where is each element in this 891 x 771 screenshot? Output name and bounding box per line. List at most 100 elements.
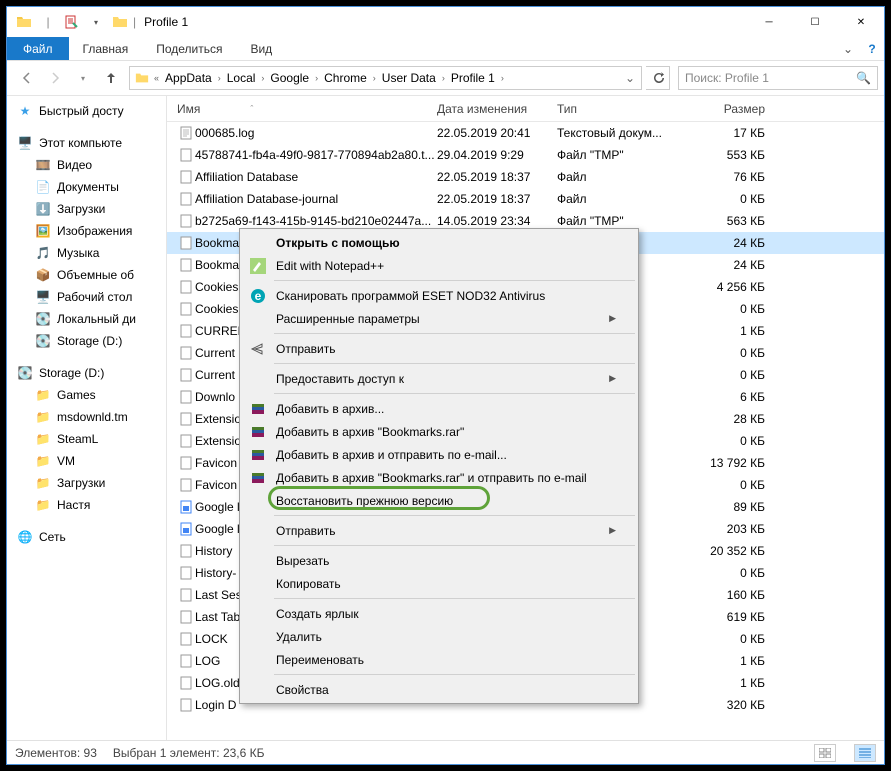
sidebar-storage-d-root[interactable]: 💽Storage (D:) <box>7 362 166 384</box>
breadcrumb-item[interactable]: Google <box>266 71 313 85</box>
context-menu-item[interactable]: Расширенные параметры▶ <box>242 307 636 330</box>
breadcrumb[interactable]: « AppData› Local› Google› Chrome› User D… <box>129 66 642 90</box>
picture-icon: 🖼️ <box>35 223 51 239</box>
breadcrumb-item[interactable]: Local <box>223 71 260 85</box>
context-menu-item[interactable]: Создать ярлык <box>242 602 636 625</box>
sidebar-localdisk[interactable]: 💽Локальный ди <box>7 308 166 330</box>
context-menu-item[interactable]: eСканировать программой ESET NOD32 Antiv… <box>242 284 636 307</box>
file-size: 4 256 КБ <box>687 280 777 294</box>
file-name: 45788741-fb4a-49f0-9817-770894ab2a80.t..… <box>195 148 437 162</box>
chevron-right-icon[interactable]: › <box>313 73 320 83</box>
sidebar-pictures[interactable]: 🖼️Изображения <box>7 220 166 242</box>
sidebar-steaml[interactable]: 📁SteamL <box>7 428 166 450</box>
tab-file[interactable]: Файл <box>7 37 69 60</box>
chevron-right-icon[interactable]: › <box>440 73 447 83</box>
file-size: 1 КБ <box>687 676 777 690</box>
context-menu-item[interactable]: Добавить в архив "Bookmarks.rar" и отпра… <box>242 466 636 489</box>
sort-asc-icon: ˆ <box>250 104 253 114</box>
context-menu-item[interactable]: Вырезать <box>242 549 636 572</box>
tab-share[interactable]: Поделиться <box>142 37 236 60</box>
context-menu-item[interactable]: Добавить в архив и отправить по e-mail..… <box>242 443 636 466</box>
breadcrumb-item[interactable]: User Data <box>378 71 440 85</box>
sidebar-videos[interactable]: 🎞️Видео <box>7 154 166 176</box>
chevron-right-icon[interactable]: › <box>371 73 378 83</box>
sidebar-games[interactable]: 📁Games <box>7 384 166 406</box>
view-thumbnails-button[interactable] <box>814 744 836 762</box>
chevron-right-icon[interactable]: › <box>259 73 266 83</box>
maximize-button[interactable]: ☐ <box>792 7 838 37</box>
file-row[interactable]: 000685.log22.05.2019 20:41Текстовый доку… <box>167 122 884 144</box>
context-menu-item[interactable]: Отправить▶ <box>242 519 636 542</box>
breadcrumb-item[interactable]: AppData <box>161 71 216 85</box>
context-menu-item[interactable]: Свойства <box>242 678 636 701</box>
close-button[interactable]: ✕ <box>838 7 884 37</box>
context-menu-item[interactable]: Удалить <box>242 625 636 648</box>
file-date: 22.05.2019 18:37 <box>437 170 557 184</box>
folder-icon: 📁 <box>35 453 51 469</box>
sidebar-documents[interactable]: 📄Документы <box>7 176 166 198</box>
search-placeholder: Поиск: Profile 1 <box>685 71 769 85</box>
breadcrumb-lead-chevron[interactable]: « <box>152 73 161 83</box>
menu-item-label: Свойства <box>270 683 616 697</box>
sidebar-downloads2[interactable]: 📁Загрузки <box>7 472 166 494</box>
nav-forward-button[interactable] <box>41 65 69 91</box>
header-type[interactable]: Тип <box>557 102 687 116</box>
sidebar-vm[interactable]: 📁VM <box>7 450 166 472</box>
nav-back-button[interactable] <box>13 65 41 91</box>
context-menu-item[interactable]: Открыть с помощью <box>242 231 636 254</box>
nav-up-button[interactable] <box>97 65 125 91</box>
breadcrumb-item[interactable]: Profile 1 <box>447 71 499 85</box>
header-date[interactable]: Дата изменения <box>437 102 557 116</box>
view-details-button[interactable] <box>854 744 876 762</box>
qat-dropdown-icon[interactable]: ▾ <box>85 11 107 33</box>
minimize-button[interactable]: ─ <box>746 7 792 37</box>
file-icon <box>177 192 195 206</box>
submenu-arrow-icon: ▶ <box>609 313 616 324</box>
context-menu-item[interactable]: Отправить <box>242 337 636 360</box>
qat-properties-icon[interactable] <box>61 11 83 33</box>
context-menu-item[interactable]: Edit with Notepad++ <box>242 254 636 277</box>
menu-item-label: Добавить в архив "Bookmarks.rar" <box>270 425 616 439</box>
file-size: 0 КБ <box>687 368 777 382</box>
context-menu-item[interactable]: Добавить в архив... <box>242 397 636 420</box>
file-name: 000685.log <box>195 126 437 140</box>
sidebar-network[interactable]: 🌐Сеть <box>7 526 166 548</box>
file-icon <box>177 236 195 250</box>
sidebar-msdownld[interactable]: 📁msdownld.tm <box>7 406 166 428</box>
tab-home[interactable]: Главная <box>69 37 143 60</box>
window-title: Profile 1 <box>144 15 188 29</box>
file-icon <box>177 676 195 690</box>
sidebar-quick-access[interactable]: ★Быстрый досту <box>7 100 166 122</box>
menu-item-label: Добавить в архив и отправить по e-mail..… <box>270 448 616 462</box>
help-icon[interactable]: ? <box>860 37 884 60</box>
menu-item-label: Копировать <box>270 577 616 591</box>
ribbon: Файл Главная Поделиться Вид ⌄ ? <box>7 37 884 61</box>
context-menu-item[interactable]: Добавить в архив "Bookmarks.rar" <box>242 420 636 443</box>
context-menu-item[interactable]: Копировать <box>242 572 636 595</box>
chevron-right-icon[interactable]: › <box>499 73 506 83</box>
context-menu-item[interactable]: Переименовать <box>242 648 636 671</box>
nav-recent-dropdown[interactable]: ▾ <box>69 65 97 91</box>
sidebar-this-pc[interactable]: 🖥️Этот компьюте <box>7 132 166 154</box>
file-row[interactable]: Affiliation Database22.05.2019 18:37Файл… <box>167 166 884 188</box>
sidebar-desktop[interactable]: 🖥️Рабочий стол <box>7 286 166 308</box>
header-size[interactable]: Размер <box>687 102 777 116</box>
ribbon-expand-icon[interactable]: ⌄ <box>836 37 860 60</box>
file-row[interactable]: Affiliation Database-journal22.05.2019 1… <box>167 188 884 210</box>
sidebar-3dobjects[interactable]: 📦Объемные об <box>7 264 166 286</box>
sidebar-music[interactable]: 🎵Музыка <box>7 242 166 264</box>
sidebar-storage-d[interactable]: 💽Storage (D:) <box>7 330 166 352</box>
drive-icon: 💽 <box>17 365 33 381</box>
chevron-right-icon[interactable]: › <box>216 73 223 83</box>
refresh-button[interactable] <box>646 66 670 90</box>
breadcrumb-item[interactable]: Chrome <box>320 71 371 85</box>
breadcrumb-dropdown-icon[interactable]: ⌄ <box>621 71 639 85</box>
context-menu-item[interactable]: Восстановить прежнюю версию <box>242 489 636 512</box>
file-row[interactable]: 45788741-fb4a-49f0-9817-770894ab2a80.t..… <box>167 144 884 166</box>
sidebar-downloads[interactable]: ⬇️Загрузки <box>7 198 166 220</box>
search-input[interactable]: Поиск: Profile 1 🔍 <box>678 66 878 90</box>
header-name[interactable]: Имяˆ <box>177 102 437 116</box>
tab-view[interactable]: Вид <box>236 37 286 60</box>
sidebar-nastya[interactable]: 📁Настя <box>7 494 166 516</box>
context-menu-item[interactable]: Предоставить доступ к▶ <box>242 367 636 390</box>
